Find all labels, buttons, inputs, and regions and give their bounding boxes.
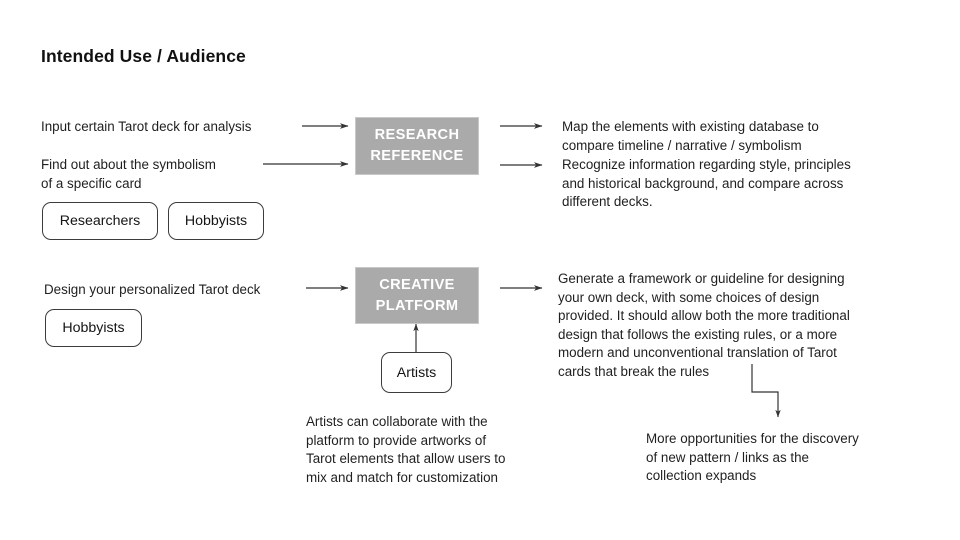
actor-label-artists: Artists [396, 364, 437, 381]
artists-note-text: Artists can collaborate with the platfor… [306, 414, 506, 485]
page-title: Intended Use / Audience [41, 46, 246, 66]
actor-label-hobbyists: Hobbyists [184, 213, 248, 229]
output-text-1: Map the elements with existing database … [562, 119, 819, 153]
input-text-3: Design your personalized Tarot deck [44, 282, 261, 297]
actor-label-researchers: Researchers [59, 213, 141, 229]
actor-box-artists[interactable]: Artists [381, 352, 452, 393]
process-box-research-reference[interactable]: RESEARCH REFERENCE [355, 117, 479, 175]
input-text-1: Input certain Tarot deck for analysis [41, 119, 252, 134]
actor-label-hobbyists-2: Hobbyists [62, 320, 125, 336]
actor-box-researchers[interactable]: Researchers [42, 202, 158, 240]
actor-box-hobbyists[interactable]: Hobbyists [168, 202, 264, 240]
outcome-discovery-text: More opportunities for the discovery of … [646, 431, 859, 483]
output-text-3: Generate a framework or guideline for de… [558, 271, 850, 379]
output-text-2: Recognize information regarding style, p… [562, 157, 851, 209]
diagram-canvas: Intended Use / Audience Input certain Ta… [0, 0, 960, 540]
process-box-creative-platform[interactable]: CREATIVE PLATFORM [355, 267, 479, 324]
actor-box-hobbyists-2[interactable]: Hobbyists [45, 309, 142, 347]
input-text-2: Find out about the symbolism of a specif… [41, 157, 216, 191]
